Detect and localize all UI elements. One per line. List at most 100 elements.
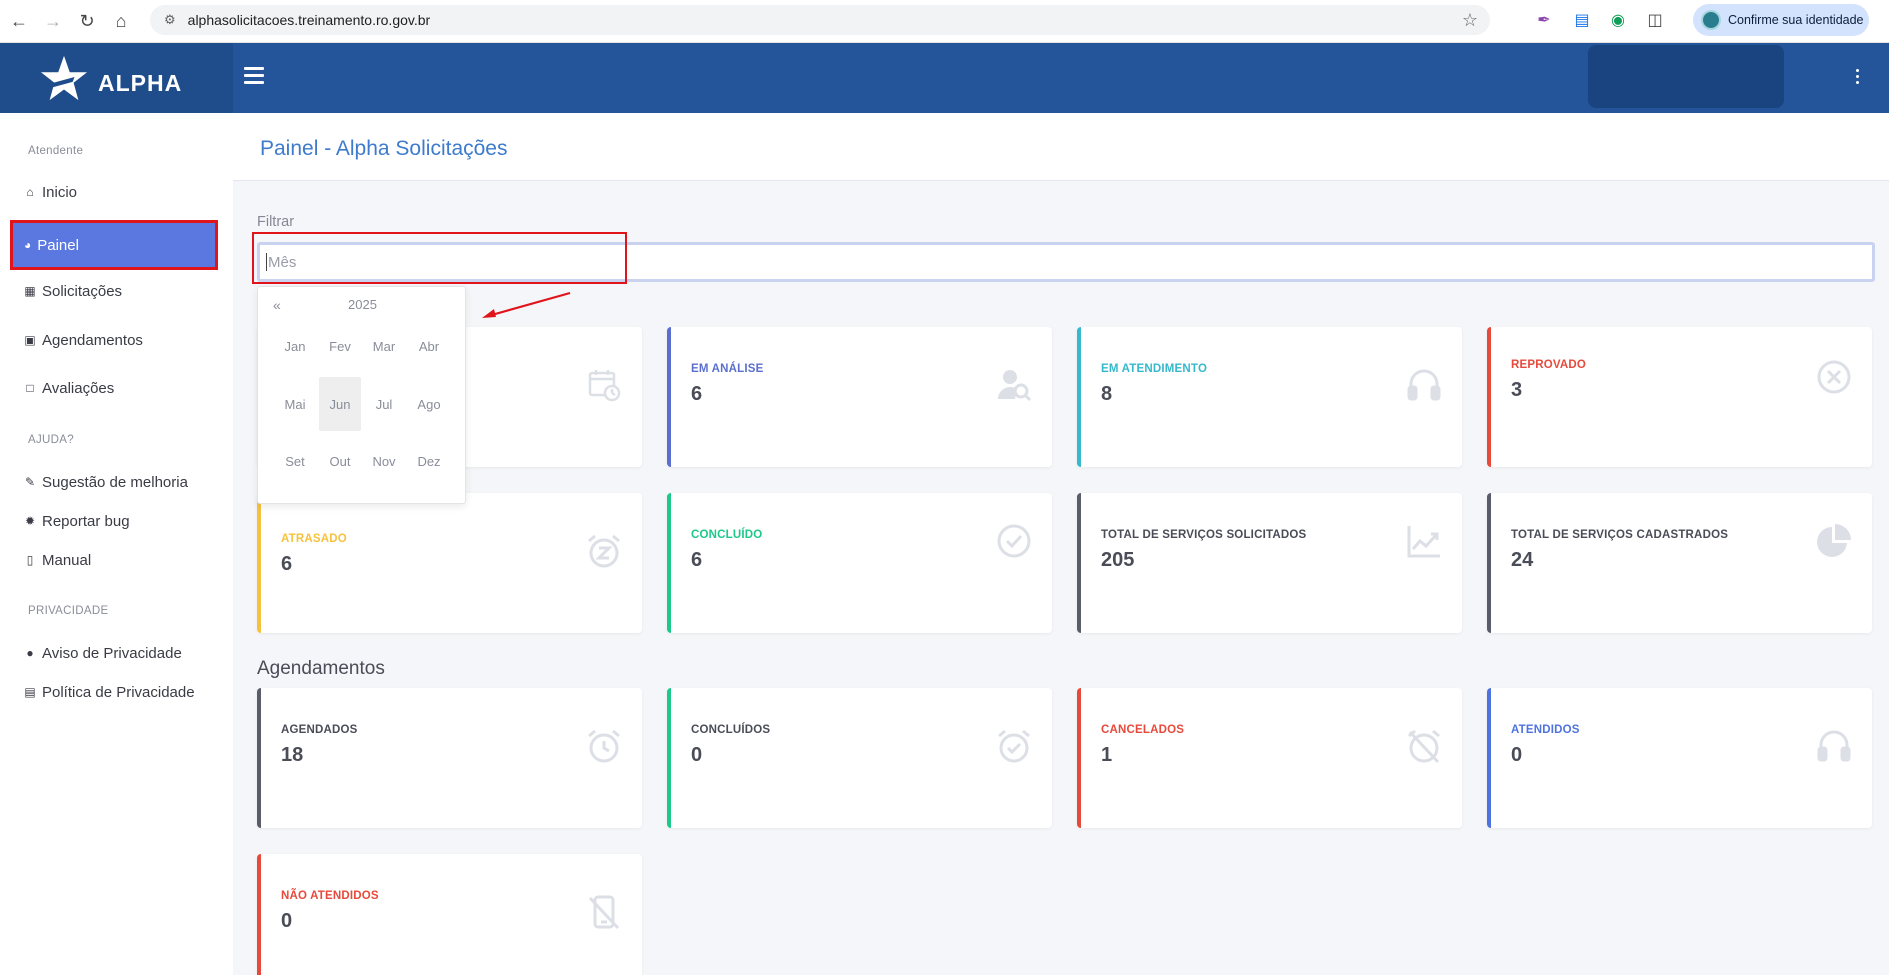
sidebar-item-solicitacoes[interactable]: ▦ Solicitações bbox=[24, 279, 122, 303]
month-jan[interactable]: Jan bbox=[274, 319, 316, 373]
sidebar-item-reportar-bug[interactable]: ✹ Reportar bug bbox=[24, 509, 130, 533]
month-fev[interactable]: Fev bbox=[319, 319, 361, 373]
card-total-servicos-cadastrados[interactable]: TOTAL DE SERVIÇOS CADASTRADOS 24 bbox=[1487, 493, 1872, 633]
sidebar-item-label: Avaliações bbox=[42, 379, 115, 397]
site-settings-icon[interactable]: ⚙ bbox=[164, 12, 176, 28]
card-reprovado[interactable]: REPROVADO 3 bbox=[1487, 327, 1872, 467]
check-circle-icon bbox=[997, 524, 1031, 558]
card-agendados[interactable]: AGENDADOS 18 bbox=[257, 688, 642, 828]
card-value: 0 bbox=[281, 910, 293, 932]
calendar-clock-icon bbox=[588, 370, 621, 402]
card-concluido[interactable]: CONCLUÍDO 6 bbox=[667, 493, 1052, 633]
card-value: 3 bbox=[1511, 379, 1523, 401]
card-cancelados[interactable]: CANCELADOS 1 bbox=[1077, 688, 1462, 828]
card-value: 0 bbox=[691, 744, 703, 766]
month-filter-placeholder: Mês bbox=[268, 253, 297, 271]
card-label: TOTAL DE SERVIÇOS SOLICITADOS bbox=[1101, 529, 1307, 541]
month-jul[interactable]: Jul bbox=[363, 377, 405, 431]
card-value: 6 bbox=[691, 383, 703, 405]
sidebar-item-label: Painel bbox=[37, 236, 79, 254]
card-value: 18 bbox=[281, 744, 304, 766]
x-circle-icon bbox=[1817, 360, 1851, 394]
sidebar-item-label: Inicio bbox=[42, 183, 78, 201]
month-nov[interactable]: Nov bbox=[363, 434, 405, 488]
extensions-puzzle-icon[interactable]: ◫ bbox=[1643, 8, 1667, 32]
browser-toolbar: ← → ↻ ⌂ ⚙ alphasolicitacoes.treinamento.… bbox=[0, 0, 1889, 43]
pen-extension-icon[interactable]: ✒ bbox=[1532, 8, 1556, 32]
card-label: AGENDADOS bbox=[281, 724, 358, 736]
month-mar[interactable]: Mar bbox=[363, 319, 405, 373]
card-label: ATRASADO bbox=[281, 533, 347, 545]
profile-label: Confirme sua identidade bbox=[1728, 13, 1864, 27]
card-value: 6 bbox=[281, 553, 293, 575]
card-total-servicos-solicitados[interactable]: TOTAL DE SERVIÇOS SOLICITADOS 205 bbox=[1077, 493, 1462, 633]
headset-icon bbox=[1407, 369, 1441, 401]
card-label: ATENDIDOS bbox=[1511, 724, 1580, 736]
card-nao-atendidos[interactable]: NÃO ATENDIDOS 0 bbox=[257, 854, 642, 975]
month-jun-selected[interactable]: Jun bbox=[319, 377, 361, 431]
card-label: EM ANÁLISE bbox=[691, 363, 764, 375]
sidebar-item-avaliacoes[interactable]: □ Avaliações bbox=[24, 376, 114, 400]
card-agend-concluidos[interactable]: CONCLUÍDOS 0 bbox=[667, 688, 1052, 828]
sidebar-item-label: Manual bbox=[42, 551, 92, 569]
edit-icon: ✎ bbox=[24, 475, 36, 489]
brand[interactable]: ALPHA bbox=[0, 43, 233, 113]
card-atendidos[interactable]: ATENDIDOS 0 bbox=[1487, 688, 1872, 828]
sidebar-item-label: Solicitações bbox=[42, 282, 123, 300]
month-set[interactable]: Set bbox=[274, 434, 316, 488]
text-cursor bbox=[266, 253, 267, 271]
sidebar-item-politica-privacidade[interactable]: ▤ Política de Privacidade bbox=[24, 680, 194, 704]
reload-icon[interactable]: ↻ bbox=[72, 6, 102, 36]
card-label: CONCLUÍDO bbox=[691, 529, 763, 541]
card-value: 24 bbox=[1511, 549, 1534, 571]
sidebar-item-inicio[interactable]: ⌂ Inicio bbox=[24, 180, 77, 204]
page-title-bar: Painel - Alpha Solicitações bbox=[233, 113, 1889, 181]
alert-circle-icon: ● bbox=[26, 646, 34, 660]
url-text: alphasolicitacoes.treinamento.ro.gov.br bbox=[187, 12, 431, 28]
translate-extension-icon[interactable]: ▤ bbox=[1570, 8, 1594, 32]
filter-label: Filtrar bbox=[257, 214, 295, 230]
sidebar-item-sugestao[interactable]: ✎ Sugestão de melhoria bbox=[24, 470, 188, 494]
sidebar-section-atendente: Atendente bbox=[28, 145, 84, 157]
month-ago[interactable]: Ago bbox=[408, 377, 450, 431]
sidebar-section-ajuda: AJUDA? bbox=[28, 434, 74, 446]
back-icon[interactable]: ← bbox=[4, 6, 34, 36]
star-logo-icon bbox=[40, 55, 88, 101]
sidebar-item-aviso-privacidade[interactable]: ● Aviso de Privacidade bbox=[24, 641, 182, 665]
sidebar-item-label: Aviso de Privacidade bbox=[42, 644, 182, 662]
picker-year[interactable]: 2025 bbox=[258, 297, 467, 312]
card-value: 205 bbox=[1101, 549, 1135, 571]
forward-icon[interactable]: → bbox=[38, 6, 68, 36]
bookmark-star-icon[interactable]: ☆ bbox=[1462, 10, 1478, 31]
month-out[interactable]: Out bbox=[319, 434, 361, 488]
sidebar-item-manual[interactable]: ▯ Manual bbox=[24, 548, 92, 572]
user-search-icon bbox=[998, 370, 1032, 402]
profile-button[interactable]: Confirme sua identidade bbox=[1693, 4, 1869, 36]
calendar-icon: ▣ bbox=[24, 333, 36, 347]
comment-icon: □ bbox=[26, 381, 34, 395]
month-picker: 2025 « Jan Fev Mar Abr Mai Jun Jul Ago S… bbox=[257, 286, 466, 504]
month-abr[interactable]: Abr bbox=[408, 319, 450, 373]
home-browser-icon[interactable]: ⌂ bbox=[106, 6, 136, 36]
sidebar-section-privacidade: PRIVACIDADE bbox=[28, 605, 109, 617]
sidebar-item-agendamentos[interactable]: ▣ Agendamentos bbox=[24, 328, 143, 352]
card-em-atendimento[interactable]: EM ATENDIMENTO 8 bbox=[1077, 327, 1462, 467]
clipboard-icon: ▦ bbox=[24, 284, 36, 298]
user-menu[interactable] bbox=[1588, 45, 1784, 108]
brand-name: ALPHA bbox=[98, 69, 183, 96]
card-value: 0 bbox=[1511, 744, 1523, 766]
month-filter-input[interactable]: Mês bbox=[257, 242, 1875, 282]
card-atrasado[interactable]: ATRASADO 6 bbox=[257, 493, 642, 633]
card-value: 8 bbox=[1101, 383, 1113, 405]
sidebar-item-label: Reportar bug bbox=[42, 512, 130, 530]
p-extension-icon[interactable]: ◉ bbox=[1606, 8, 1630, 32]
more-options-icon[interactable] bbox=[1856, 69, 1862, 85]
address-bar[interactable]: ⚙ alphasolicitacoes.treinamento.ro.gov.b… bbox=[150, 5, 1490, 35]
month-dez[interactable]: Dez bbox=[408, 434, 450, 488]
month-mai[interactable]: Mai bbox=[274, 377, 316, 431]
menu-toggle-icon[interactable] bbox=[244, 67, 264, 85]
card-em-analise[interactable]: EM ANÁLISE 6 bbox=[667, 327, 1052, 467]
sidebar-item-painel[interactable]: ◕ Painel bbox=[10, 220, 218, 270]
document-icon: ▤ bbox=[24, 685, 36, 699]
picker-prev-year-button[interactable]: « bbox=[273, 297, 281, 313]
